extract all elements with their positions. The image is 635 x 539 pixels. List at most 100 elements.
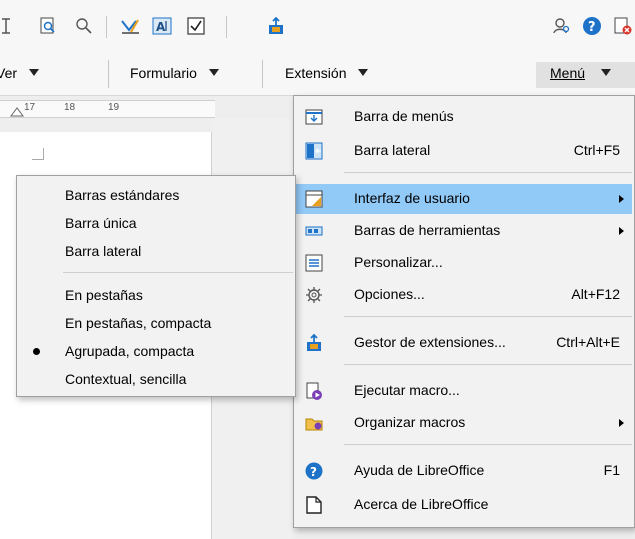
chevron-down-icon	[29, 69, 40, 76]
ruler-tick-label: 19	[108, 102, 120, 113]
menu-item-toolbars[interactable]: Barras de herramientas	[296, 216, 632, 246]
toolbar-groups: Ver Formulario Extensión Menú	[0, 60, 635, 88]
submenu-item-single[interactable]: Barra única	[19, 210, 293, 238]
submenu-item-label: Barras estándares	[65, 187, 180, 203]
submenu-item-tabbed-compact[interactable]: En pestañas, compacta	[19, 310, 293, 338]
menu-item-label: Barra lateral	[354, 142, 431, 158]
toolbar-icon-row: A ?	[0, 14, 635, 42]
group-extension-label: Extensión	[285, 65, 347, 81]
submenu-item-label: En pestañas	[65, 287, 143, 303]
menu-item-label: Acerca de LibreOffice	[354, 496, 489, 512]
submenu-item-label: Barra lateral	[65, 243, 142, 259]
menu-item-customize[interactable]: Personalizar...	[296, 248, 632, 278]
menu-item-shortcut: Ctrl+Alt+E	[556, 334, 620, 350]
toolbar-separator	[262, 60, 263, 88]
checkbox-icon[interactable]	[184, 14, 208, 38]
group-extension[interactable]: Extensión	[285, 65, 369, 81]
group-ver-label: Ver	[0, 65, 18, 81]
menu-button[interactable]: Menú	[536, 62, 635, 88]
ruler-tick-label: 18	[64, 102, 76, 113]
menu-item-help[interactable]: ? Ayuda de LibreOffice F1	[296, 456, 632, 486]
menu-item-shortcut: Alt+F12	[571, 286, 620, 302]
menu-button-label: Menú	[550, 65, 586, 81]
ruler-tick-label: 17	[24, 102, 36, 113]
menubar-icon	[304, 107, 324, 127]
find-person-icon[interactable]	[550, 14, 574, 38]
submenu-arrow-icon	[619, 227, 624, 235]
submenu-item-sidebar[interactable]: Barra lateral	[19, 238, 293, 266]
notebookbar: A ? Ver Formulario Extensión Menú	[0, 0, 635, 96]
group-formulario-label: Formulario	[130, 65, 197, 81]
menu-item-label: Barra de menús	[354, 108, 454, 124]
ui-icon	[304, 189, 324, 209]
zoom-icon[interactable]	[72, 14, 96, 38]
run-macro-icon	[304, 381, 324, 401]
menu-item-about[interactable]: Acerca de LibreOffice	[296, 490, 632, 520]
design-mode-icon[interactable]	[118, 14, 142, 38]
user-interface-submenu: Barras estándares Barra única Barra late…	[16, 175, 296, 397]
menu-item-shortcut: Ctrl+F5	[573, 142, 620, 158]
svg-text:?: ?	[310, 465, 317, 479]
svg-text:A: A	[156, 20, 166, 34]
menu-item-run-macro[interactable]: Ejecutar macro...	[296, 376, 632, 406]
about-icon	[304, 495, 324, 515]
text-cursor-icon[interactable]	[0, 14, 18, 38]
menu-item-sidebar[interactable]: Barra lateral Ctrl+F5	[296, 136, 632, 166]
help-icon: ?	[304, 461, 324, 481]
menu-item-label: Ejecutar macro...	[354, 382, 460, 398]
toolbar-separator	[108, 60, 109, 88]
gear-icon	[304, 285, 324, 305]
customize-icon	[304, 253, 324, 273]
submenu-arrow-icon	[619, 195, 624, 203]
submenu-item-grouped-compact[interactable]: Agrupada, compacta	[19, 338, 293, 366]
extension-icon	[304, 333, 324, 353]
horizontal-ruler[interactable]: 17 18 19	[0, 100, 215, 118]
menu-item-user-interface[interactable]: Interfaz de usuario	[296, 184, 632, 214]
submenu-separator	[63, 272, 293, 273]
menu-item-label: Gestor de extensiones...	[354, 334, 506, 350]
chevron-down-icon	[358, 69, 369, 76]
menu-item-extension-manager[interactable]: Gestor de extensiones... Ctrl+Alt+E	[296, 328, 632, 358]
main-menu: Barra de menús Barra lateral Ctrl+F5 Int…	[293, 95, 635, 528]
sidebar-icon	[304, 141, 324, 161]
menu-separator	[344, 364, 632, 365]
chevron-down-icon	[601, 69, 612, 76]
menu-item-menubar[interactable]: Barra de menús	[296, 102, 632, 132]
menu-separator	[344, 316, 632, 317]
menu-item-organize-macros[interactable]: Organizar macros	[296, 408, 632, 438]
chevron-down-icon	[208, 69, 219, 76]
toolbar-separator	[106, 16, 107, 38]
group-menu: Menú	[550, 65, 612, 81]
toolbars-icon	[304, 221, 324, 241]
menu-item-shortcut: F1	[603, 462, 620, 478]
text-field-icon[interactable]: A	[150, 14, 174, 38]
page-preview-icon[interactable]	[36, 14, 60, 38]
extension-icon[interactable]	[264, 14, 288, 38]
folder-macro-icon	[304, 413, 324, 433]
menu-separator	[344, 444, 632, 445]
menu-item-label: Interfaz de usuario	[354, 190, 470, 206]
close-document-icon[interactable]	[610, 14, 634, 38]
svg-text:?: ?	[588, 20, 596, 35]
menu-separator	[344, 172, 632, 173]
menu-item-options[interactable]: Opciones... Alt+F12	[296, 280, 632, 310]
submenu-item-label: Agrupada, compacta	[65, 343, 195, 359]
indent-marker-icon[interactable]	[10, 107, 24, 117]
submenu-item-label: Contextual, sencilla	[65, 371, 187, 387]
submenu-item-label: En pestañas, compacta	[65, 315, 212, 331]
submenu-item-standard[interactable]: Barras estándares	[19, 182, 293, 210]
help-icon[interactable]: ?	[580, 14, 604, 38]
menu-item-label: Organizar macros	[354, 414, 466, 430]
menu-item-label: Barras de herramientas	[354, 222, 501, 238]
group-formulario[interactable]: Formulario	[130, 65, 219, 81]
submenu-item-label: Barra única	[65, 215, 137, 231]
submenu-item-tabbed[interactable]: En pestañas	[19, 282, 293, 310]
menu-item-label: Ayuda de LibreOffice	[354, 462, 485, 478]
submenu-item-contextual-single[interactable]: Contextual, sencilla	[19, 366, 293, 394]
menu-item-label: Opciones...	[354, 286, 425, 302]
menu-item-label: Personalizar...	[354, 254, 443, 270]
selected-radio-icon	[33, 348, 40, 355]
submenu-arrow-icon	[619, 419, 624, 427]
page-corner-mark	[32, 148, 44, 160]
group-ver[interactable]: Ver	[0, 65, 40, 81]
